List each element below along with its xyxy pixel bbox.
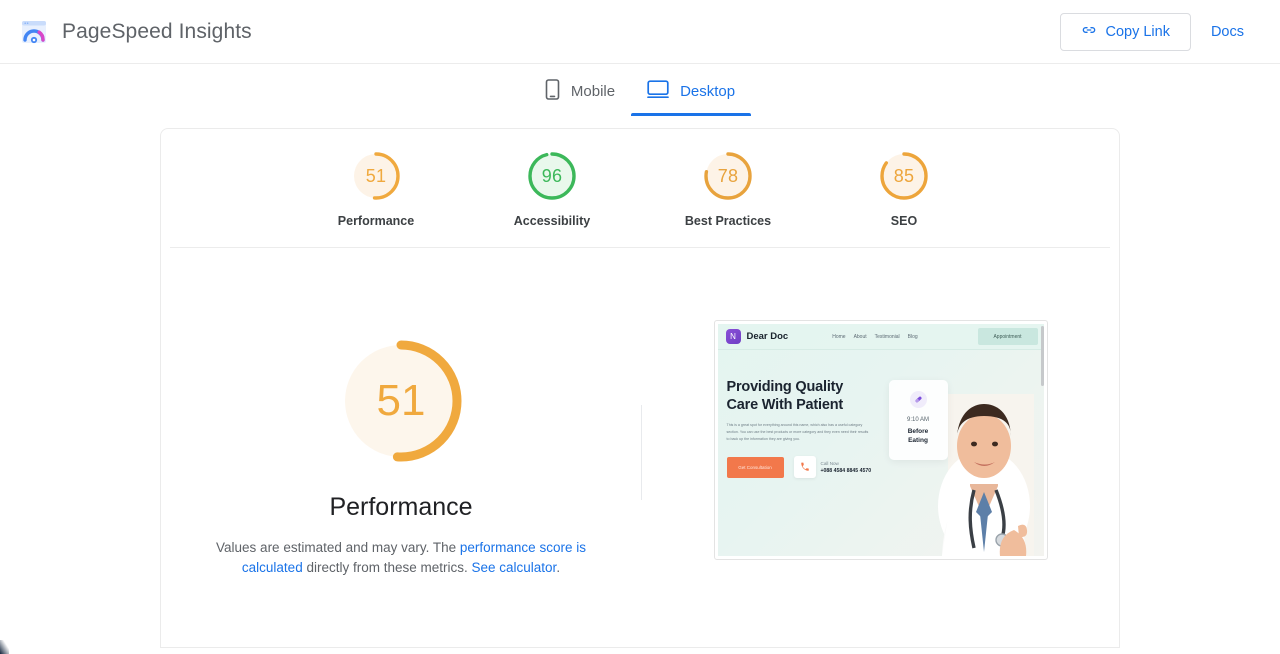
see-calculator-link[interactable]: See calculator <box>472 560 557 575</box>
mobile-icon <box>545 78 560 104</box>
score-value: 51 <box>365 165 387 186</box>
category-score-row: 51 Performance 96 Accessibility 78 Best Pract… <box>161 129 1119 228</box>
site-call-text: Call Now +088 4584 8845 4570 <box>821 461 872 474</box>
phone-icon <box>793 456 816 478</box>
desc-text-3: . <box>556 560 561 575</box>
page-title: PageSpeed Insights <box>62 19 252 43</box>
brand: PageSpeed Insights <box>20 18 252 46</box>
medication-label-line-2: Eating <box>908 437 928 444</box>
form-factor-tabs: Mobile Desktop <box>0 64 1280 118</box>
category-score-accessibility[interactable]: 96 Accessibility <box>492 150 612 228</box>
tab-desktop-label: Desktop <box>680 82 736 100</box>
header-actions: Copy Link Docs <box>1060 12 1260 51</box>
score-value: 85 <box>893 165 915 186</box>
score-value: 78 <box>717 165 739 186</box>
category-score-best-practices[interactable]: 78 Best Practices <box>668 150 788 228</box>
desktop-icon <box>647 79 669 103</box>
report-card: 51 Performance 96 Accessibility 78 Best Pract… <box>160 128 1120 648</box>
score-label: SEO <box>890 214 918 228</box>
performance-gauge-large: 51 <box>336 336 466 466</box>
site-logo-icon: N <box>725 329 741 344</box>
performance-score-value: 51 <box>376 376 426 425</box>
tab-mobile-label: Mobile <box>570 82 616 100</box>
site-hero: Providing Quality Care With Patient This… <box>718 350 1044 556</box>
site-nav-link: About <box>853 333 867 340</box>
screenshot-column: N Dear Doc Home About Testimonial Blog A… <box>642 259 1119 578</box>
score-gauge: 51 <box>350 150 402 202</box>
category-score-performance[interactable]: 51 Performance <box>316 150 436 228</box>
performance-description: Values are estimated and may vary. The p… <box>201 538 601 578</box>
medication-label-line-1: Before <box>907 428 929 435</box>
score-gauge: 96 <box>526 150 578 202</box>
screenshot-scrollbar[interactable] <box>1040 326 1044 386</box>
site-brand-name: Dear Doc <box>746 331 789 342</box>
medication-time: 9:10 AM <box>906 417 929 423</box>
card-divider <box>170 247 1110 248</box>
site-medication-card: 9:10 AM Before Eating <box>888 380 948 460</box>
link-icon <box>1081 22 1097 42</box>
site-nav-link: Testimonial <box>874 333 900 340</box>
site-hero-heading: Providing Quality Care With Patient <box>727 378 844 414</box>
page-screenshot: N Dear Doc Home About Testimonial Blog A… <box>717 324 1044 556</box>
page-screenshot-frame: N Dear Doc Home About Testimonial Blog A… <box>713 320 1048 560</box>
corner-artifact <box>0 640 9 654</box>
site-call-block: Call Now +088 4584 8845 4570 <box>793 456 872 478</box>
tab-active-underline <box>631 113 752 116</box>
site-nav-links: Home About Testimonial Blog <box>832 334 917 340</box>
medication-label: Before Eating <box>889 427 948 445</box>
category-score-seo[interactable]: 85 SEO <box>844 150 964 228</box>
site-nav-link: Home <box>832 333 846 340</box>
score-label: Best Practices <box>684 214 772 228</box>
copy-link-button[interactable]: Copy Link <box>1060 12 1191 51</box>
site-hero-cta-button: Get Consultation <box>726 457 784 478</box>
docs-button[interactable]: Docs <box>1195 13 1260 51</box>
performance-title: Performance <box>329 493 473 521</box>
copy-link-label: Copy Link <box>1105 23 1170 40</box>
desc-text-1: Values are estimated and may vary. The <box>216 540 460 555</box>
site-appointment-button: Appointment <box>977 328 1038 345</box>
site-navbar: N Dear Doc Home About Testimonial Blog A… <box>717 324 1044 350</box>
site-hero-paragraph: This is a great spot for everything arou… <box>726 423 869 441</box>
score-label: Performance <box>337 214 415 228</box>
score-label: Accessibility <box>513 214 591 228</box>
pagespeed-logo-icon <box>20 18 48 46</box>
app-header: PageSpeed Insights Copy Link Docs <box>0 0 1280 64</box>
site-nav-link: Blog <box>907 333 918 340</box>
call-now-label: Call Now <box>820 460 839 466</box>
performance-column: 51 Performance Values are estimated and … <box>161 259 641 578</box>
performance-detail: 51 Performance Values are estimated and … <box>161 259 1119 578</box>
hero-heading-line-1: Providing Quality <box>726 379 844 395</box>
score-value: 96 <box>541 165 563 186</box>
tab-mobile[interactable]: Mobile <box>529 66 631 116</box>
call-number: +088 4584 8845 4570 <box>820 467 872 474</box>
tab-desktop[interactable]: Desktop <box>631 66 752 116</box>
pill-icon <box>909 391 927 408</box>
score-gauge: 78 <box>702 150 754 202</box>
hero-heading-line-2: Care With Patient <box>726 397 844 413</box>
score-gauge: 85 <box>878 150 930 202</box>
desc-text-2: directly from these metrics. <box>302 560 472 575</box>
